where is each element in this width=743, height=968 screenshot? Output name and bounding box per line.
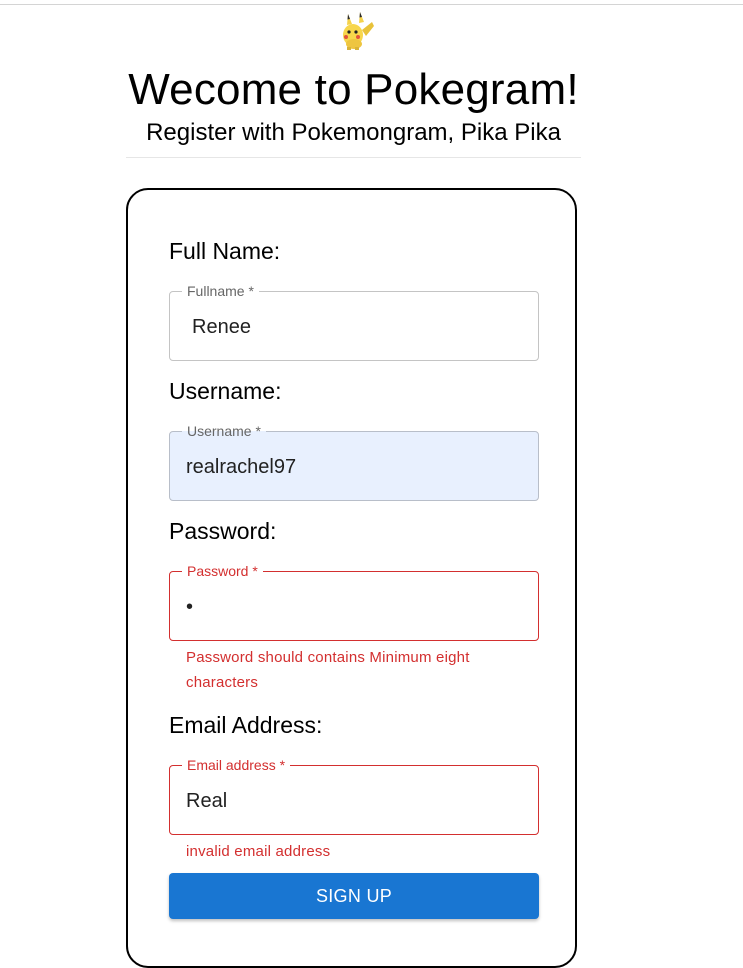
email-error-text: invalid email address xyxy=(186,843,331,860)
fullname-input[interactable] xyxy=(192,314,522,340)
email-input[interactable] xyxy=(186,788,516,814)
password-legend: Password * xyxy=(182,563,263,579)
email-field[interactable]: Email address * xyxy=(169,757,539,835)
page-subtitle: Register with Pokemongram, Pika Pika xyxy=(146,119,561,146)
page-header: Wecome to Pokegram! Register with Pokemo… xyxy=(126,62,581,148)
email-label: Email Address: xyxy=(169,712,323,738)
top-divider xyxy=(0,4,743,5)
page-title: Wecome to Pokegram! xyxy=(128,65,579,114)
password-error-text: Password should contains Minimum eight c… xyxy=(186,649,470,691)
pikachu-icon xyxy=(338,10,378,54)
sign-up-button[interactable]: SIGN UP xyxy=(169,873,539,919)
password-label: Password: xyxy=(169,518,277,544)
username-field[interactable]: Username * xyxy=(169,423,539,501)
header-divider xyxy=(126,157,581,158)
password-input[interactable]: • xyxy=(186,594,516,620)
fullname-label: Full Name: xyxy=(169,238,281,264)
fullname-field[interactable]: Fullname * xyxy=(169,283,539,361)
username-input[interactable] xyxy=(186,454,516,480)
password-field[interactable]: Password * • xyxy=(169,563,539,641)
username-label: Username: xyxy=(169,378,282,404)
email-legend: Email address * xyxy=(182,757,291,773)
fullname-legend: Fullname * xyxy=(182,283,259,299)
username-legend: Username * xyxy=(182,423,266,439)
